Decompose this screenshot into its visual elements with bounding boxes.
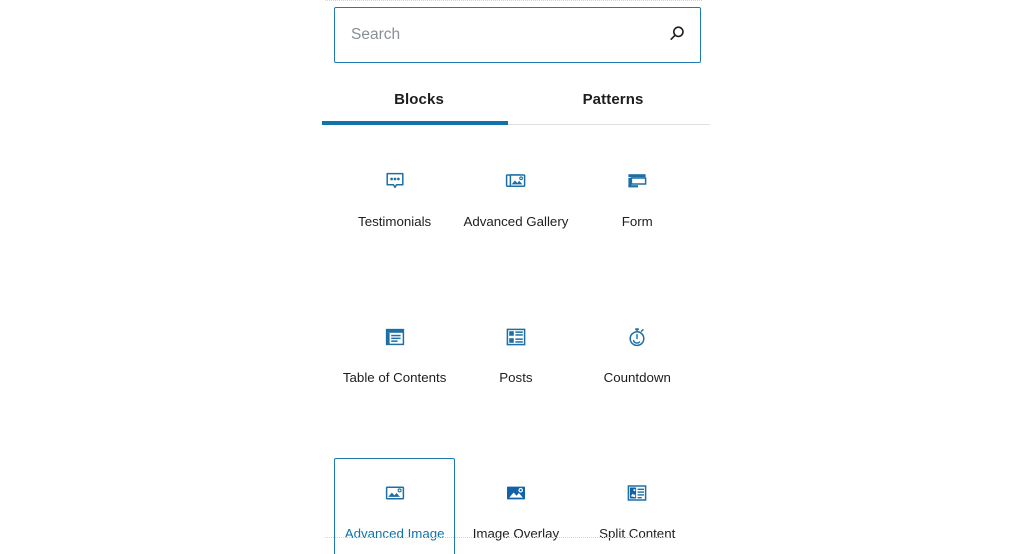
panel-top-divider <box>325 0 702 1</box>
block-item-label: Split Content <box>599 526 676 541</box>
split-content-icon <box>625 481 649 505</box>
block-item-advanced-image[interactable]: Advanced Image <box>334 458 456 554</box>
table-of-contents-icon <box>383 325 407 349</box>
grid-row-spacer <box>334 278 698 302</box>
app-root: Blocks Patterns Testimonials <box>0 0 1024 554</box>
advanced-image-icon <box>383 481 407 505</box>
search-input[interactable] <box>335 8 654 62</box>
tab-blocks-label: Blocks <box>394 91 444 108</box>
block-item-label: Image Overlay <box>472 526 560 541</box>
advanced-gallery-icon <box>504 169 528 193</box>
search-box[interactable] <box>334 7 701 63</box>
search-icon <box>667 24 687 47</box>
block-item-label: Table of Contents <box>342 370 447 385</box>
panel-bottom-divider <box>325 537 670 538</box>
block-grid: Testimonials Advanced Gallery Form Table… <box>334 146 698 554</box>
block-item-testimonials[interactable]: Testimonials <box>334 146 455 278</box>
block-item-form[interactable]: Form <box>577 146 698 278</box>
block-item-label: Posts <box>499 370 533 385</box>
block-item-posts[interactable]: Posts <box>455 302 576 434</box>
block-item-label: Form <box>621 214 653 229</box>
block-item-split-content[interactable]: Split Content <box>577 458 698 554</box>
block-item-advanced-gallery[interactable]: Advanced Gallery <box>455 146 576 278</box>
block-inserter-panel: Blocks Patterns Testimonials <box>320 0 712 554</box>
tab-patterns-label: Patterns <box>582 91 644 108</box>
form-icon <box>625 169 649 193</box>
image-overlay-icon <box>504 481 528 505</box>
block-item-label: Countdown <box>603 370 671 385</box>
inserter-tabs: Blocks Patterns <box>322 80 710 125</box>
tab-blocks[interactable]: Blocks <box>322 80 516 125</box>
testimonials-icon <box>383 169 407 193</box>
block-item-label: Testimonials <box>358 214 432 229</box>
block-item-label: Advanced Image <box>344 526 445 541</box>
block-item-countdown[interactable]: Countdown <box>577 302 698 434</box>
tab-active-underline <box>322 121 508 125</box>
search-button[interactable] <box>654 8 700 62</box>
countdown-icon <box>625 325 649 349</box>
grid-row-spacer <box>334 434 698 458</box>
block-item-table-of-contents[interactable]: Table of Contents <box>334 302 455 434</box>
posts-icon <box>504 325 528 349</box>
block-item-image-overlay[interactable]: Image Overlay <box>455 458 576 554</box>
block-item-label: Advanced Gallery <box>463 214 569 229</box>
tab-patterns[interactable]: Patterns <box>516 80 710 125</box>
